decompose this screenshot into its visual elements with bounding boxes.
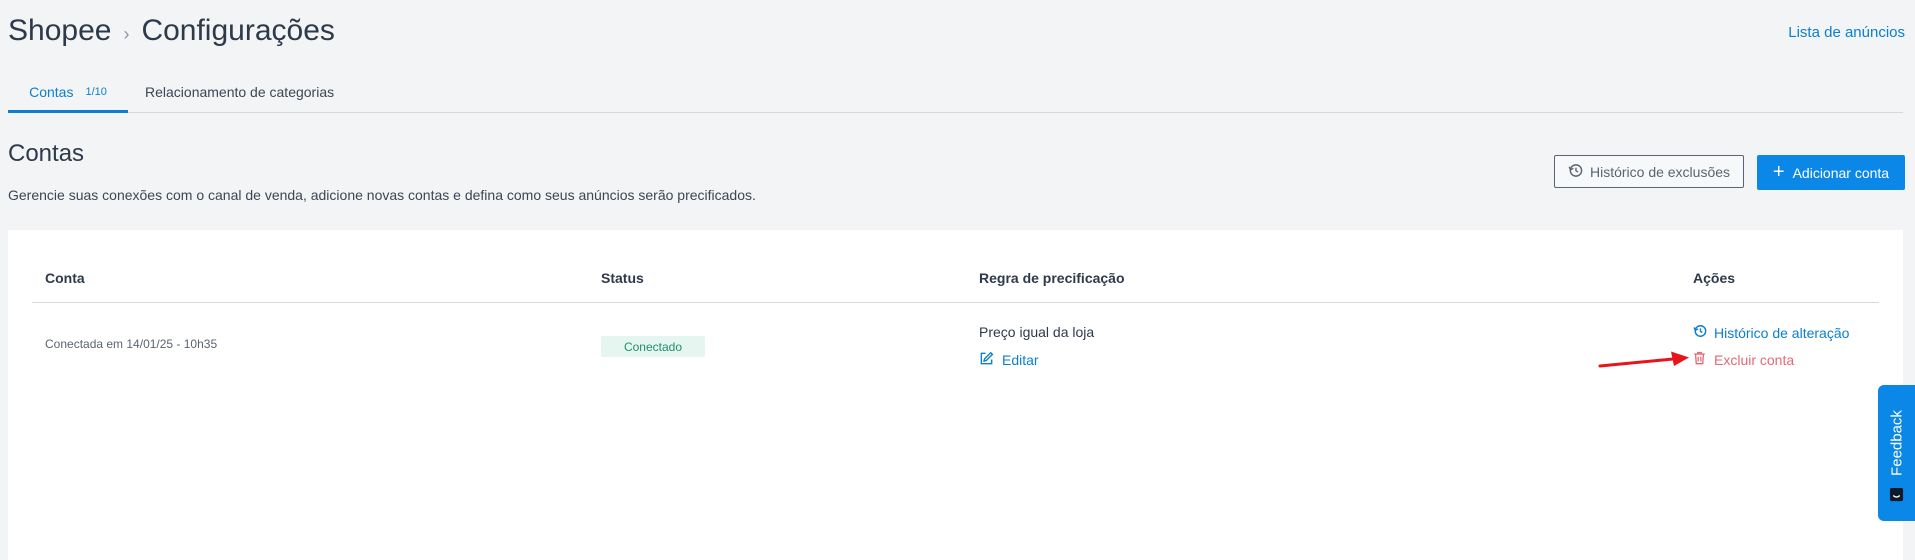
section-title: Contas xyxy=(8,140,85,167)
tab-contas-label: Contas xyxy=(29,84,74,100)
pricing-rule-text: Preço igual da loja xyxy=(979,324,1095,340)
breadcrumb-app[interactable]: Shopee xyxy=(8,14,111,48)
annotation-arrow-icon xyxy=(1598,351,1689,368)
tab-contas-count: 1/10 xyxy=(85,86,107,98)
change-history-link[interactable]: Histórico de alteração xyxy=(1693,324,1849,341)
add-account-button[interactable]: + Adicionar conta xyxy=(1757,155,1905,190)
column-header-acoes: Ações xyxy=(1693,270,1736,286)
edit-pricing-button[interactable]: Editar xyxy=(979,351,1039,369)
history-icon xyxy=(1568,163,1583,181)
feedback-icon xyxy=(1889,487,1904,507)
ads-list-link[interactable]: Lista de anúncios xyxy=(1788,24,1905,41)
column-header-status: Status xyxy=(601,270,644,286)
tab-relacionamento-label: Relacionamento de categorias xyxy=(145,84,335,100)
section-description: Gerencie suas conexões com o canal de ve… xyxy=(8,187,756,203)
edit-icon xyxy=(979,351,994,369)
deletion-history-button[interactable]: Histórico de exclusões xyxy=(1554,155,1744,188)
change-history-label: Histórico de alteração xyxy=(1714,324,1850,341)
delete-account-button[interactable]: Excluir conta xyxy=(1693,351,1794,368)
feedback-label: Feedback xyxy=(1888,410,1905,476)
table-header-divider xyxy=(32,302,1879,303)
edit-label: Editar xyxy=(1002,352,1039,368)
delete-account-label: Excluir conta xyxy=(1714,351,1795,368)
plus-icon: + xyxy=(1772,160,1785,183)
account-connected-date: Conectada em 14/01/25 - 10h35 xyxy=(45,337,218,351)
tab-bar: Contas 1/10 Relacionamento de categorias xyxy=(8,80,1903,113)
status-badge: Conectado xyxy=(601,336,705,357)
breadcrumb: Shopee › Configurações xyxy=(8,14,335,48)
accounts-card xyxy=(8,230,1903,560)
page-title: Configurações xyxy=(141,14,335,47)
tab-relacionamento-categorias[interactable]: Relacionamento de categorias xyxy=(145,80,334,111)
feedback-button[interactable]: Feedback xyxy=(1878,385,1915,521)
deletion-history-label: Histórico de exclusões xyxy=(1589,163,1731,180)
column-header-regra: Regra de precificação xyxy=(979,270,1125,286)
tab-contas[interactable]: Contas 1/10 xyxy=(8,80,128,113)
breadcrumb-separator: › xyxy=(123,23,130,44)
column-header-conta: Conta xyxy=(45,270,85,286)
add-account-label: Adicionar conta xyxy=(1792,164,1890,181)
history-icon xyxy=(1693,324,1707,341)
